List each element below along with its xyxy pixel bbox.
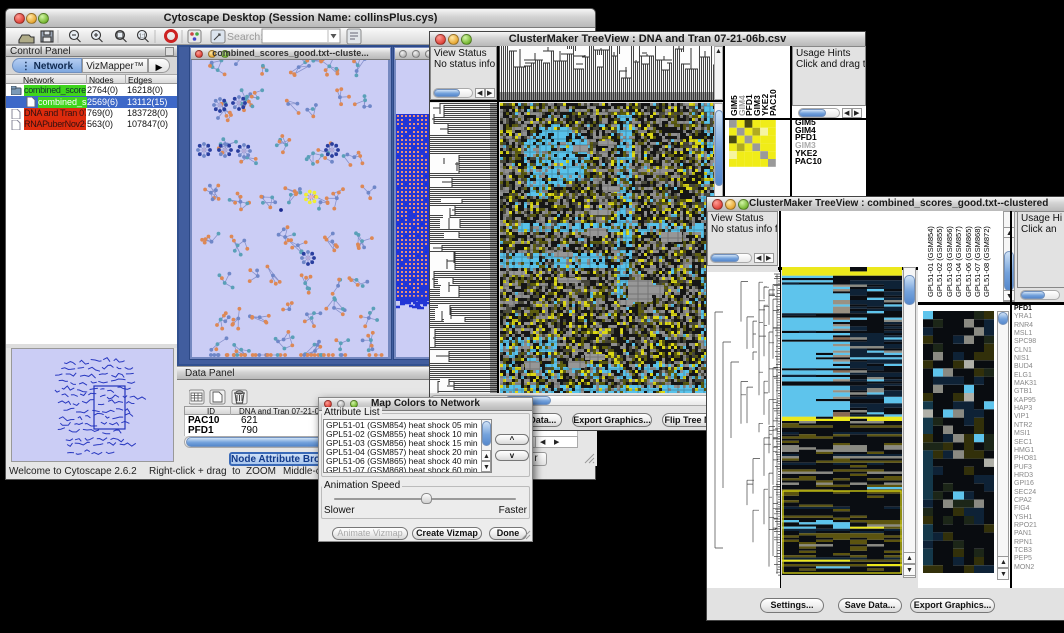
svg-text:1:1: 1:1 bbox=[139, 34, 146, 40]
svg-text:Search:: Search: bbox=[227, 31, 263, 43]
